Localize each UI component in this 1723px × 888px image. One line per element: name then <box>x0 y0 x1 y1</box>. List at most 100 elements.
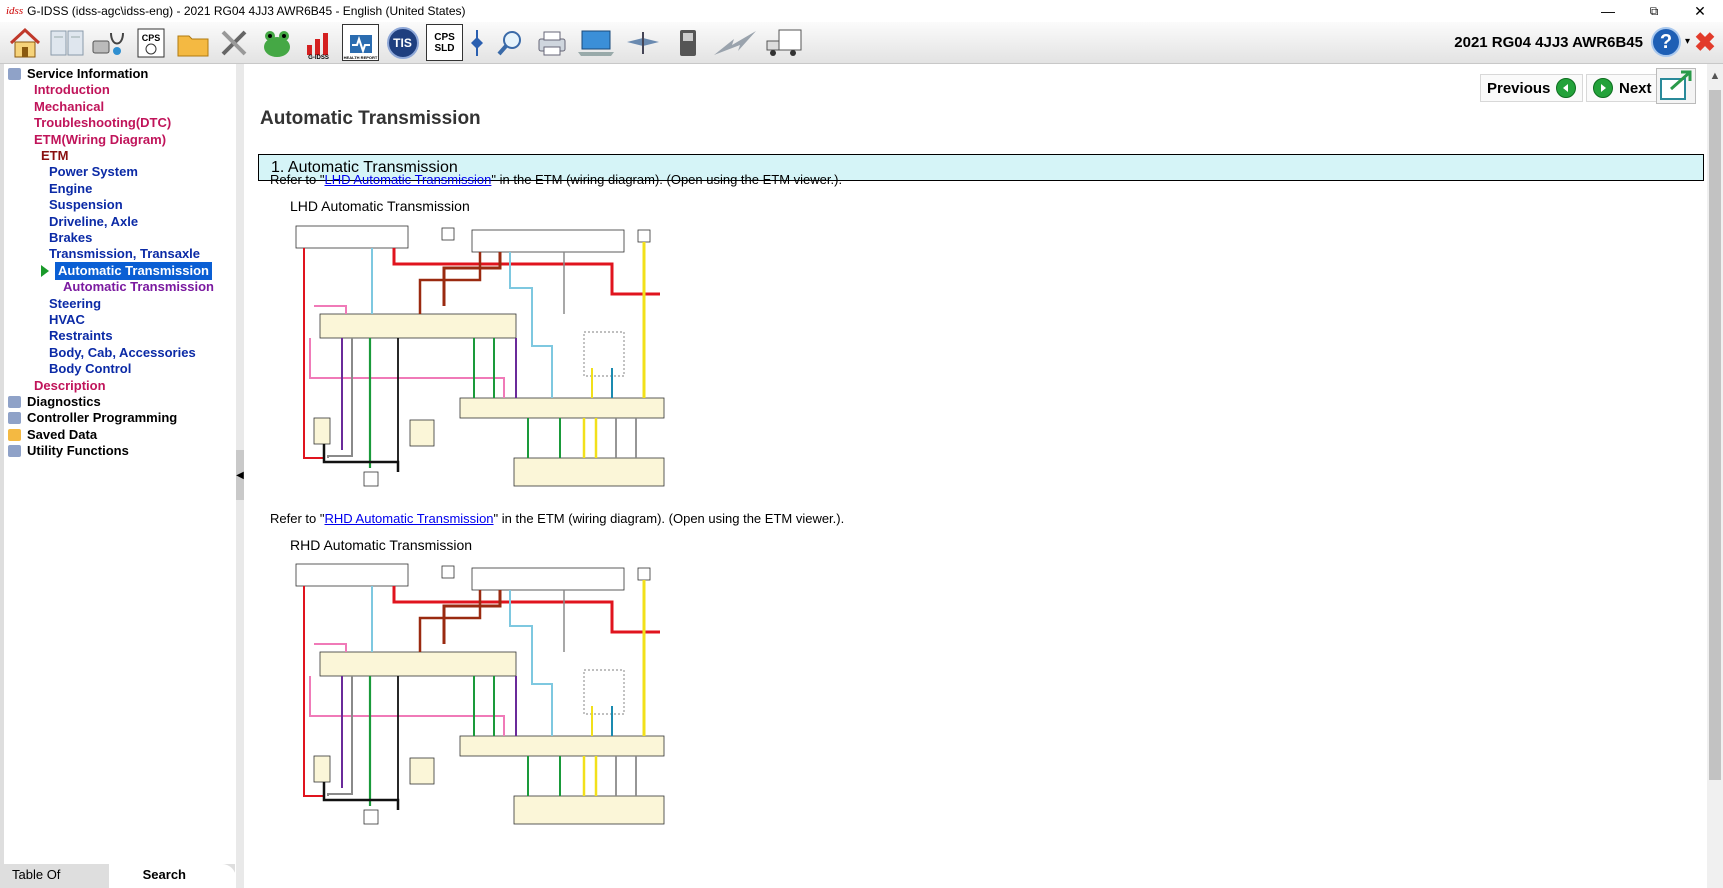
expand-icon <box>1660 70 1692 100</box>
tree-item[interactable]: Mechanical <box>34 98 104 116</box>
tis-button[interactable]: TIS <box>384 24 421 61</box>
truck-button[interactable] <box>764 24 804 61</box>
laptop-button[interactable] <box>575 24 617 61</box>
selected-arrow-icon <box>41 264 49 277</box>
tree-item-label: Automatic Transmission <box>63 279 214 295</box>
tree-item[interactable]: ETM <box>41 147 68 165</box>
print-button[interactable] <box>533 24 570 61</box>
tree-item[interactable]: Automatic Transmission <box>55 261 212 280</box>
satellite-button[interactable] <box>622 24 664 61</box>
diagnostics-stethoscope-icon <box>92 32 124 55</box>
tree-item[interactable]: Steering <box>49 295 101 313</box>
tree-item[interactable]: Introduction <box>34 81 110 99</box>
tree-item-label: Transmission, Transaxle <box>49 246 201 262</box>
home-button[interactable] <box>6 24 43 61</box>
tree-item[interactable]: Suspension <box>49 196 123 214</box>
tree-item[interactable]: Driveline, Axle <box>49 213 138 231</box>
tree-item-label: Controller Programming <box>27 410 178 426</box>
laptop-icon <box>578 30 614 56</box>
tree-item[interactable]: ETM(Wiring Diagram) <box>34 131 166 149</box>
tree-item-label: HVAC <box>49 312 85 327</box>
tree-item[interactable]: Utility Functions <box>8 442 129 460</box>
tree-item[interactable]: Body, Cab, Accessories <box>49 344 196 362</box>
tree-item-label: Diagnostics <box>27 394 101 409</box>
folder-button[interactable] <box>174 24 211 61</box>
next-button[interactable]: Next <box>1586 74 1659 102</box>
tree-item-label: Mechanical <box>34 98 105 114</box>
restore-button[interactable]: ⧉ <box>1631 0 1677 22</box>
health-report-label: HEALTH REPORT <box>343 55 378 60</box>
cps-button[interactable]: CPS <box>132 24 169 61</box>
figure-label-rhd: RHD Automatic Transmission <box>290 537 473 553</box>
tree-item[interactable]: Description <box>34 377 106 395</box>
device-button[interactable] <box>669 24 706 61</box>
tree-item[interactable]: Restraints <box>49 327 113 345</box>
frog-icon <box>263 30 290 57</box>
vehicle-identifier: 2021 RG04 4JJ3 AWR6B45 <box>1454 34 1643 51</box>
tree-item[interactable]: Engine <box>49 180 92 198</box>
sidebar: Service Information Introduction Mechanica… <box>0 64 236 888</box>
tree-item[interactable]: Saved Data <box>8 426 97 444</box>
utility-icon <box>8 445 21 458</box>
frog-button[interactable] <box>258 24 295 61</box>
search-tool-button[interactable] <box>491 24 528 61</box>
ref-suffix: " in the ETM (wiring diagram). (Open usi… <box>491 172 843 187</box>
tree-item-label: Description <box>34 377 106 393</box>
satellite-icon <box>627 31 659 54</box>
magnifier-icon <box>496 30 521 55</box>
signal-button[interactable] <box>711 24 759 61</box>
figure-label-lhd: LHD Automatic Transmission <box>290 198 470 214</box>
page-title: Automatic Transmission <box>260 108 481 129</box>
tree-item[interactable]: Automatic Transmission <box>63 278 214 296</box>
tree-item-label: Service Information <box>27 66 149 81</box>
tools-icon <box>221 30 246 55</box>
tools-button[interactable] <box>216 24 253 61</box>
exit-app-button[interactable]: ✖ <box>1691 27 1719 57</box>
tree-item-label: Steering <box>49 295 102 311</box>
tree-item[interactable]: Controller Programming <box>8 409 177 427</box>
window-controls: — ⧉ ✕ <box>1585 0 1723 22</box>
close-window-button[interactable]: ✕ <box>1677 0 1723 22</box>
tree-item-label: Introduction <box>34 82 110 98</box>
tree-item[interactable]: Brakes <box>49 229 92 247</box>
title-bar: idss G-IDSS (idss-agc\idss-eng) - 2021 R… <box>0 0 1723 22</box>
marker-button[interactable] <box>468 24 486 61</box>
ref-suffix: " in the ETM (wiring diagram). (Open usi… <box>493 511 845 526</box>
sidebar-tabs: Table Of Contents Search <box>4 864 236 888</box>
g-idss-chart-icon <box>306 32 328 55</box>
rhd-link[interactable]: RHD Automatic Transmission <box>324 511 493 526</box>
rhd-wiring-diagram[interactable] <box>294 556 674 846</box>
scroll-up-arrow-icon[interactable]: ▲ <box>1707 70 1723 86</box>
g-idss-label: G-IDSS <box>308 55 329 61</box>
tree-item[interactable]: Transmission, Transaxle <box>49 245 200 263</box>
collapse-sidebar-button[interactable]: ◀ <box>236 450 244 500</box>
tree-item[interactable]: Service Information <box>8 65 148 83</box>
tree-item[interactable]: HVAC <box>49 311 85 329</box>
tree-item[interactable]: Power System <box>49 163 138 181</box>
previous-button[interactable]: Previous <box>1480 74 1584 102</box>
tab-search[interactable]: Search <box>108 864 236 888</box>
manual-button[interactable] <box>48 24 85 61</box>
reference-line-lhd: Refer to "LHD Automatic Transmission" in… <box>270 172 842 187</box>
minimize-button[interactable]: — <box>1585 0 1631 22</box>
g-idss-button[interactable]: G-IDSS <box>300 24 337 61</box>
tree-item[interactable]: Body Control <box>49 360 131 378</box>
help-dropdown-icon[interactable]: ▾ <box>1685 36 1690 47</box>
app-logo: idss <box>6 5 24 17</box>
window-title: G-IDSS (idss-agc\idss-eng) - 2021 RG04 4… <box>27 4 466 18</box>
exit-icon: ✖ <box>1694 26 1716 57</box>
diagnostics-button[interactable] <box>90 24 127 61</box>
scrollbar-thumb[interactable] <box>1709 90 1721 780</box>
collapse-arrow-icon: ◀ <box>236 469 244 481</box>
health-report-button[interactable]: HEALTH REPORT <box>342 24 379 61</box>
tree-item[interactable]: Diagnostics <box>8 393 101 411</box>
tab-table-of-contents[interactable]: Table Of Contents <box>4 864 109 888</box>
navigation-tree: Service Information Introduction Mechanica… <box>4 64 236 864</box>
lhd-wiring-diagram[interactable] <box>294 218 674 508</box>
tree-item[interactable]: Troubleshooting(DTC) <box>34 114 171 132</box>
lhd-link[interactable]: LHD Automatic Transmission <box>324 172 491 187</box>
tree-item-label: ETM <box>41 148 69 163</box>
help-button[interactable]: ? <box>1651 27 1681 57</box>
cps-sld-button[interactable]: CPS SLD <box>426 24 463 61</box>
expand-view-button[interactable] <box>1656 68 1696 104</box>
